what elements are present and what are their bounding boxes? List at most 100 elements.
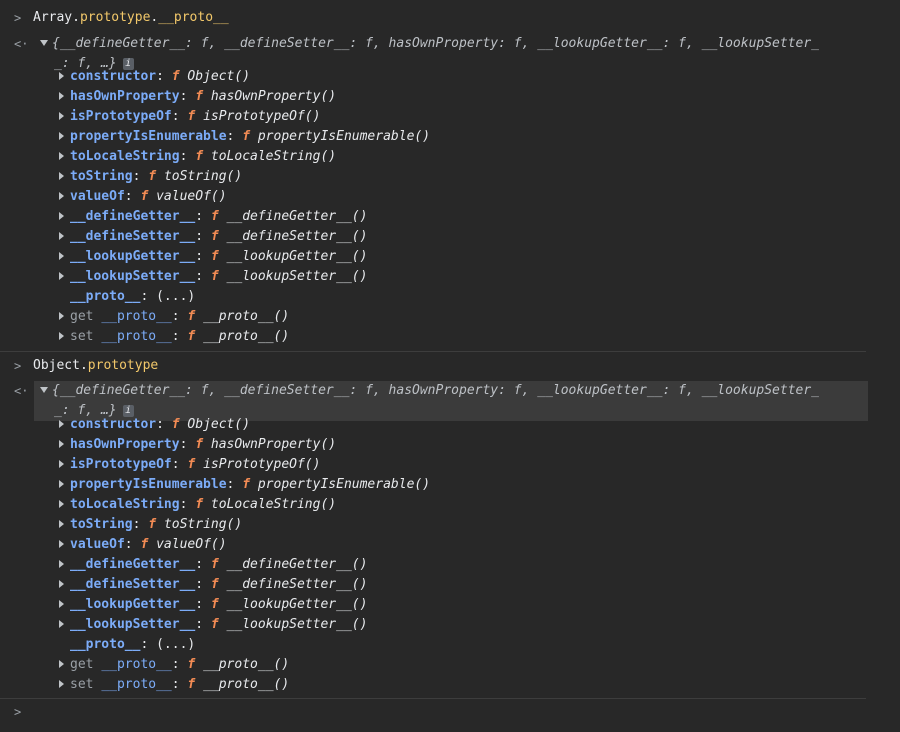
- command-object: Object: [33, 358, 80, 373]
- expand-triangle-right-icon[interactable]: [59, 332, 64, 340]
- expand-triangle-right-icon[interactable]: [59, 212, 64, 220]
- accessor-keyword: set: [70, 677, 94, 692]
- expand-triangle-right-icon[interactable]: [59, 112, 64, 120]
- property-row[interactable]: toLocaleString: f toLocaleString(): [58, 147, 430, 167]
- function-f-icon: f: [195, 437, 204, 452]
- getter-row[interactable]: get __proto__: f __proto__(): [58, 655, 430, 675]
- function-f-icon: f: [195, 497, 204, 512]
- property-row[interactable]: valueOf: f valueOf(): [58, 535, 430, 555]
- expand-triangle-right-icon[interactable]: [59, 540, 64, 548]
- expand-triangle-right-icon[interactable]: [59, 192, 64, 200]
- colon: :: [171, 657, 188, 672]
- property-row[interactable]: propertyIsEnumerable: f propertyIsEnumer…: [58, 127, 430, 147]
- property-row[interactable]: toString: f toString(): [58, 515, 430, 535]
- property-row[interactable]: __defineGetter__: f __defineGetter__(): [58, 555, 430, 575]
- expand-triangle-right-icon[interactable]: [59, 580, 64, 588]
- expand-triangle-down-icon[interactable]: [40, 40, 48, 46]
- accessor-name: __proto__: [101, 677, 172, 692]
- colon: :: [140, 289, 157, 304]
- proto-row[interactable]: __proto__: (...): [58, 635, 430, 655]
- expand-triangle-right-icon[interactable]: [59, 620, 64, 628]
- property-row[interactable]: __defineGetter__: f __defineGetter__(): [58, 207, 430, 227]
- expand-triangle-right-icon[interactable]: [59, 232, 64, 240]
- expand-triangle-right-icon[interactable]: [59, 560, 64, 568]
- colon: :: [156, 417, 172, 432]
- lazy-value[interactable]: (...): [156, 637, 195, 652]
- function-f-icon: f: [187, 457, 196, 472]
- property-row[interactable]: valueOf: f valueOf(): [58, 187, 430, 207]
- expand-triangle-right-icon[interactable]: [59, 132, 64, 140]
- getter-row[interactable]: get __proto__: f __proto__(): [58, 307, 430, 327]
- function-f-icon: f: [210, 249, 219, 264]
- console-prompt-chevron-icon[interactable]: >: [14, 705, 21, 719]
- property-key: __defineGetter__: [70, 209, 196, 224]
- function-f-icon: f: [187, 329, 196, 344]
- property-row[interactable]: __defineSetter__: f __defineSetter__(): [58, 227, 430, 247]
- property-key: __lookupSetter__: [70, 617, 196, 632]
- accessor-name: __proto__: [101, 309, 172, 324]
- expand-triangle-right-icon[interactable]: [59, 252, 64, 260]
- expand-triangle-right-icon[interactable]: [59, 660, 64, 668]
- expand-triangle-right-icon[interactable]: [59, 460, 64, 468]
- expand-triangle-right-icon[interactable]: [59, 172, 64, 180]
- function-f-icon: f: [140, 189, 149, 204]
- property-key: propertyIsEnumerable: [70, 129, 227, 144]
- function-f-icon: f: [210, 577, 219, 592]
- function-f-icon: f: [171, 417, 180, 432]
- expand-triangle-right-icon[interactable]: [59, 152, 64, 160]
- divider: [0, 698, 866, 699]
- expand-triangle-right-icon[interactable]: [59, 600, 64, 608]
- property-row[interactable]: __lookupSetter__: f __lookupSetter__(): [58, 615, 430, 635]
- expand-triangle-right-icon[interactable]: [59, 420, 64, 428]
- function-signature: __lookupGetter__(): [226, 249, 368, 264]
- property-row[interactable]: constructor: f Object(): [58, 415, 430, 435]
- function-signature: __proto__(): [203, 329, 290, 344]
- expand-triangle-right-icon[interactable]: [59, 680, 64, 688]
- function-signature: toLocaleString(): [210, 149, 337, 164]
- property-key: hasOwnProperty: [70, 89, 180, 104]
- prompt-chevron-icon: >: [14, 11, 22, 25]
- proto-row[interactable]: __proto__: (...): [58, 287, 430, 307]
- property-row[interactable]: __lookupSetter__: f __lookupSetter__(): [58, 267, 430, 287]
- property-row[interactable]: __lookupGetter__: f __lookupGetter__(): [58, 595, 430, 615]
- expand-triangle-right-icon[interactable]: [59, 520, 64, 528]
- expand-triangle-down-icon[interactable]: [40, 387, 48, 393]
- accessor-key: set __proto__: [70, 677, 172, 692]
- property-row[interactable]: hasOwnProperty: f hasOwnProperty(): [58, 87, 430, 107]
- function-f-icon: f: [195, 149, 204, 164]
- console-input-line[interactable]: > Array.prototype.__proto__: [0, 7, 870, 29]
- property-key: __defineSetter__: [70, 229, 196, 244]
- colon: :: [179, 89, 196, 104]
- colon: :: [195, 597, 211, 612]
- property-row[interactable]: constructor: f Object(): [58, 67, 430, 87]
- property-row[interactable]: toLocaleString: f toLocaleString(): [58, 495, 430, 515]
- lazy-value[interactable]: (...): [156, 289, 195, 304]
- property-row[interactable]: toString: f toString(): [58, 167, 430, 187]
- function-f-icon: f: [171, 69, 180, 84]
- property-key: toLocaleString: [70, 497, 180, 512]
- expand-triangle-right-icon[interactable]: [59, 440, 64, 448]
- property-key: toLocaleString: [70, 149, 180, 164]
- function-f-icon: f: [148, 517, 157, 532]
- setter-row[interactable]: set __proto__: f __proto__(): [58, 675, 430, 695]
- property-row[interactable]: hasOwnProperty: f hasOwnProperty(): [58, 435, 430, 455]
- expand-triangle-right-icon[interactable]: [59, 312, 64, 320]
- property-row[interactable]: propertyIsEnumerable: f propertyIsEnumer…: [58, 475, 430, 495]
- property-row[interactable]: __defineSetter__: f __defineSetter__(): [58, 575, 430, 595]
- divider: [0, 351, 866, 352]
- expand-triangle-right-icon[interactable]: [59, 500, 64, 508]
- expand-triangle-right-icon[interactable]: [59, 272, 64, 280]
- accessor-key: get __proto__: [70, 309, 172, 324]
- colon: :: [195, 557, 211, 572]
- setter-row[interactable]: set __proto__: f __proto__(): [58, 327, 430, 347]
- property-key: valueOf: [70, 537, 125, 552]
- command-text: Array.prototype.__proto__: [33, 8, 229, 28]
- expand-triangle-right-icon[interactable]: [59, 72, 64, 80]
- property-row[interactable]: isPrototypeOf: f isPrototypeOf(): [58, 107, 430, 127]
- property-row[interactable]: isPrototypeOf: f isPrototypeOf(): [58, 455, 430, 475]
- property-row[interactable]: __lookupGetter__: f __lookupGetter__(): [58, 247, 430, 267]
- console-input-line[interactable]: > Object.prototype: [0, 355, 870, 377]
- expand-triangle-right-icon[interactable]: [59, 92, 64, 100]
- expand-triangle-right-icon[interactable]: [59, 480, 64, 488]
- property-key: __proto__: [70, 289, 141, 304]
